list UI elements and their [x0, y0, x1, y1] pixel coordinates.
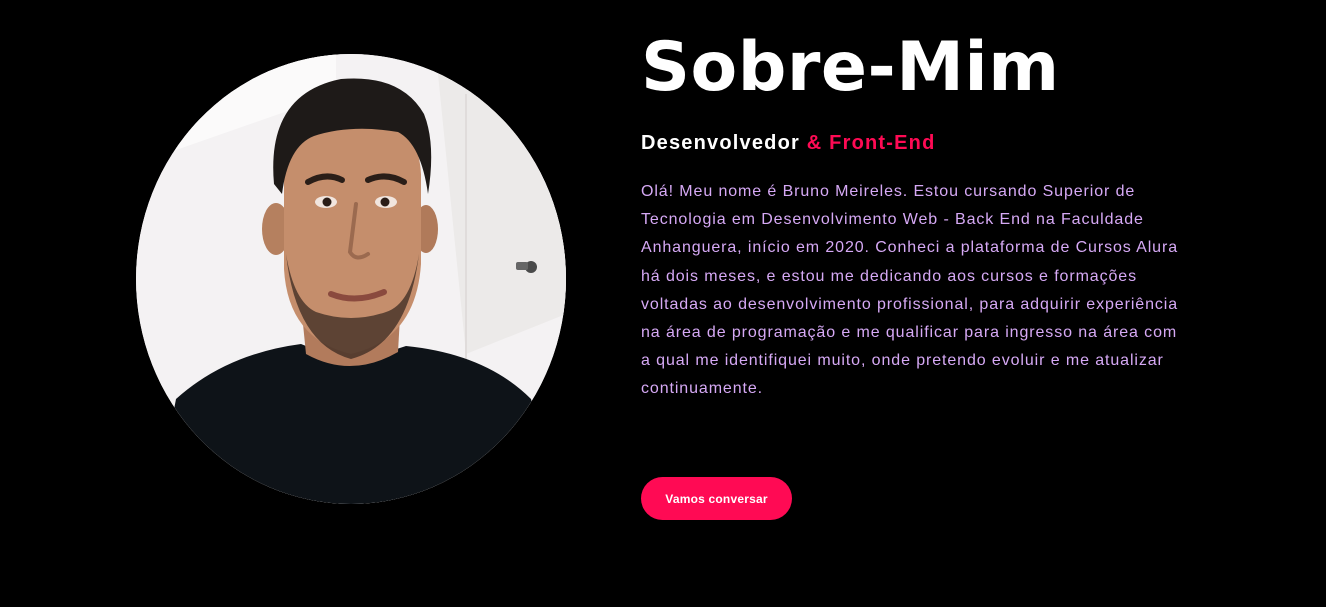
- subtitle-accent: & Front-End: [806, 132, 936, 154]
- about-section: Sobre-Mim Desenvolvedor & Front-End Olá!…: [641, 22, 1201, 404]
- subtitle: Desenvolvedor & Front-End: [641, 130, 1201, 156]
- bio-paragraph: Olá! Meu nome é Bruno Meireles. Estou cu…: [641, 183, 1179, 398]
- subtitle-role: Desenvolvedor: [641, 132, 800, 154]
- page-title: Sobre-Mim: [641, 28, 1060, 107]
- profile-photo-illustration: [136, 54, 566, 504]
- lets-talk-button[interactable]: Vamos conversar: [641, 477, 792, 520]
- profile-photo: [136, 54, 566, 504]
